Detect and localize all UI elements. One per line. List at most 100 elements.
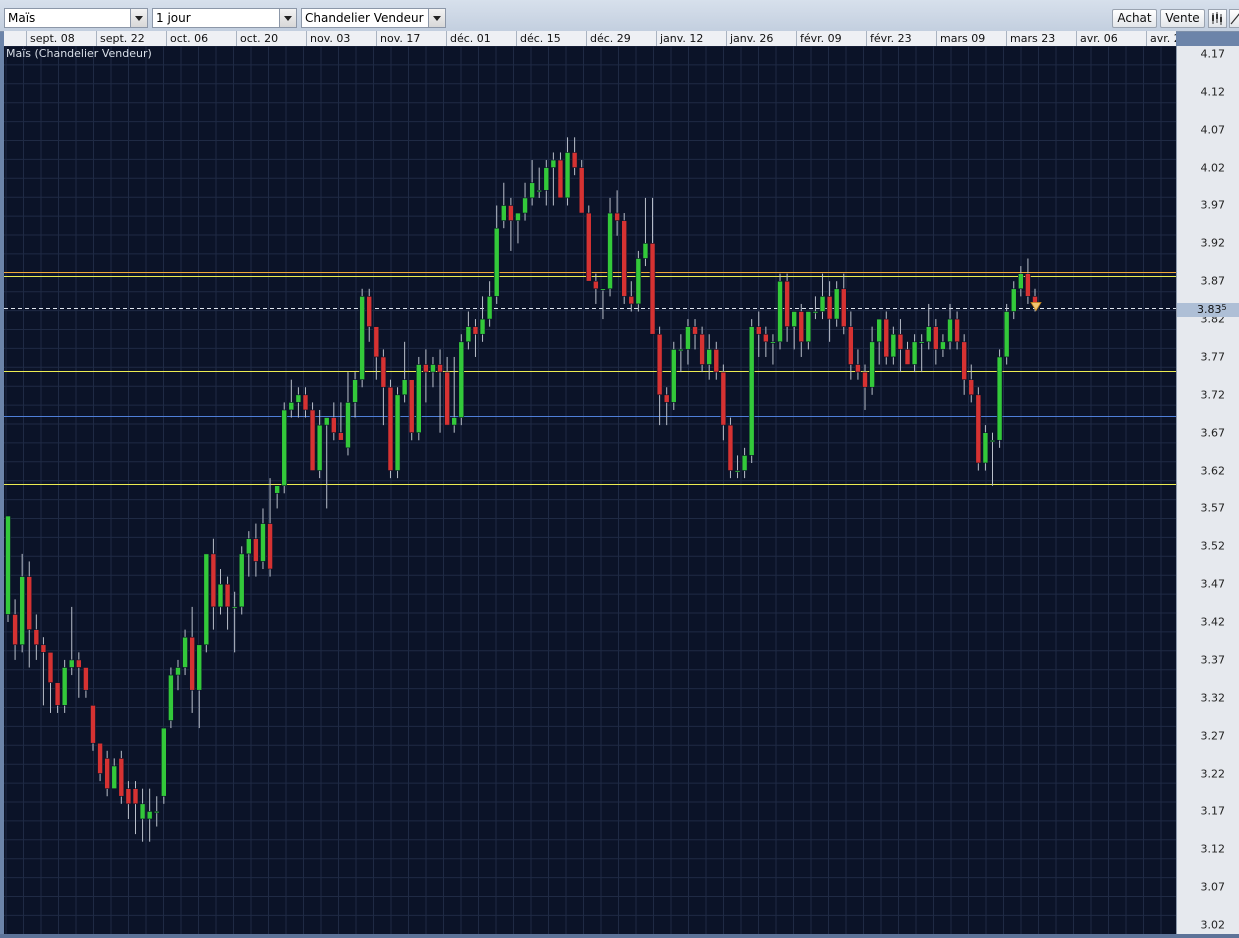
candle-body — [19, 576, 25, 646]
candle-body — [380, 356, 387, 388]
candle — [338, 402, 344, 441]
current-price-suffix: 5 — [1221, 302, 1227, 312]
candle-body — [961, 341, 967, 380]
candle-body — [968, 379, 975, 396]
timeframe-select[interactable]: 1 jour — [152, 8, 297, 28]
candle-body — [33, 629, 40, 646]
bottom-scrollbar[interactable] — [0, 934, 1239, 938]
candle-body — [437, 364, 443, 373]
candle-body — [238, 553, 245, 608]
candle-body — [111, 765, 118, 789]
candle-body — [47, 652, 54, 683]
candle-body — [763, 333, 769, 343]
date-axis: sept. 08 sept. 22 oct. 06 oct. 20 nov. 0… — [4, 31, 1176, 47]
candle — [260, 508, 266, 570]
candle-body — [246, 538, 252, 555]
candle — [621, 213, 628, 304]
candle-body — [642, 243, 649, 259]
candle — [734, 455, 741, 479]
chart-plot-area[interactable] — [4, 46, 1176, 934]
date-label: avr. 2 — [1146, 31, 1176, 46]
price-tick-label: 3.07 — [1200, 880, 1226, 894]
candle — [168, 667, 174, 729]
candle — [146, 788, 153, 842]
price-tick-label: 3.27 — [1200, 729, 1226, 743]
candle — [76, 652, 82, 698]
candle — [968, 364, 975, 403]
candle-body — [593, 280, 599, 290]
candle-body — [982, 432, 989, 464]
candle-body — [281, 409, 288, 487]
candle — [848, 311, 854, 380]
candle — [401, 341, 408, 403]
candle-body — [770, 341, 776, 344]
candle-body — [1018, 273, 1024, 290]
candle-body — [104, 758, 110, 789]
candle — [515, 212, 521, 244]
chevron-down-icon[interactable] — [428, 9, 445, 27]
draw-line-icon[interactable] — [1229, 9, 1239, 28]
candle — [741, 447, 748, 479]
buy-button[interactable]: Achat — [1112, 9, 1157, 28]
candle — [642, 197, 649, 267]
candle — [153, 796, 160, 827]
candle-body — [83, 667, 89, 691]
chevron-down-icon[interactable] — [130, 9, 147, 27]
candle-body — [890, 333, 897, 358]
instrument-select[interactable]: Maïs — [4, 8, 148, 28]
candle — [479, 296, 486, 342]
candle — [784, 273, 790, 342]
candles-icon[interactable] — [1208, 9, 1227, 28]
candle-body — [975, 394, 982, 464]
candle-body — [76, 659, 82, 668]
candle — [904, 341, 911, 365]
candle — [706, 334, 712, 380]
candle-body — [373, 326, 380, 358]
candle-body — [458, 341, 465, 418]
candle — [323, 417, 330, 509]
date-label: avr. 06 — [1076, 31, 1118, 46]
candle — [224, 576, 231, 630]
candle-body — [153, 811, 160, 814]
candle — [26, 561, 33, 668]
candle — [486, 281, 493, 327]
price-tick-label: 3.02 — [1200, 918, 1226, 932]
candle-body — [359, 296, 365, 380]
price-tick-label: 3.22 — [1200, 767, 1226, 781]
candle-body — [649, 243, 656, 335]
indicator-select[interactable]: Chandelier Vendeur — [301, 8, 446, 28]
candle — [352, 372, 358, 418]
candle-body — [777, 280, 783, 343]
candle — [685, 319, 691, 365]
candle — [833, 281, 840, 327]
candle — [713, 341, 720, 380]
date-label: janv. 12 — [656, 31, 703, 46]
candle-body — [486, 296, 493, 320]
candle-body — [670, 349, 677, 403]
candle — [68, 606, 75, 676]
candle-body — [848, 326, 854, 365]
candle-body — [203, 553, 210, 646]
candle-body — [897, 333, 904, 350]
instrument-value: Maïs — [8, 11, 36, 25]
candle — [423, 349, 429, 403]
candle — [47, 652, 54, 713]
candle-body — [139, 803, 146, 820]
candle — [493, 205, 500, 304]
candle-body — [451, 417, 458, 426]
candle — [380, 349, 387, 426]
price-tick-label: 3.62 — [1200, 464, 1226, 478]
candle — [472, 319, 479, 357]
candle-body — [515, 212, 521, 221]
candle — [90, 705, 96, 751]
candle — [430, 356, 436, 388]
candle-body — [656, 333, 663, 396]
candle-body — [465, 326, 472, 343]
chevron-down-icon[interactable] — [279, 9, 296, 27]
candle-body — [755, 326, 762, 335]
sell-button[interactable]: Vente — [1160, 9, 1205, 28]
candle — [175, 659, 181, 691]
candle-body — [493, 227, 500, 297]
candle-body — [182, 636, 188, 668]
price-tick-label: 3.92 — [1200, 236, 1226, 250]
